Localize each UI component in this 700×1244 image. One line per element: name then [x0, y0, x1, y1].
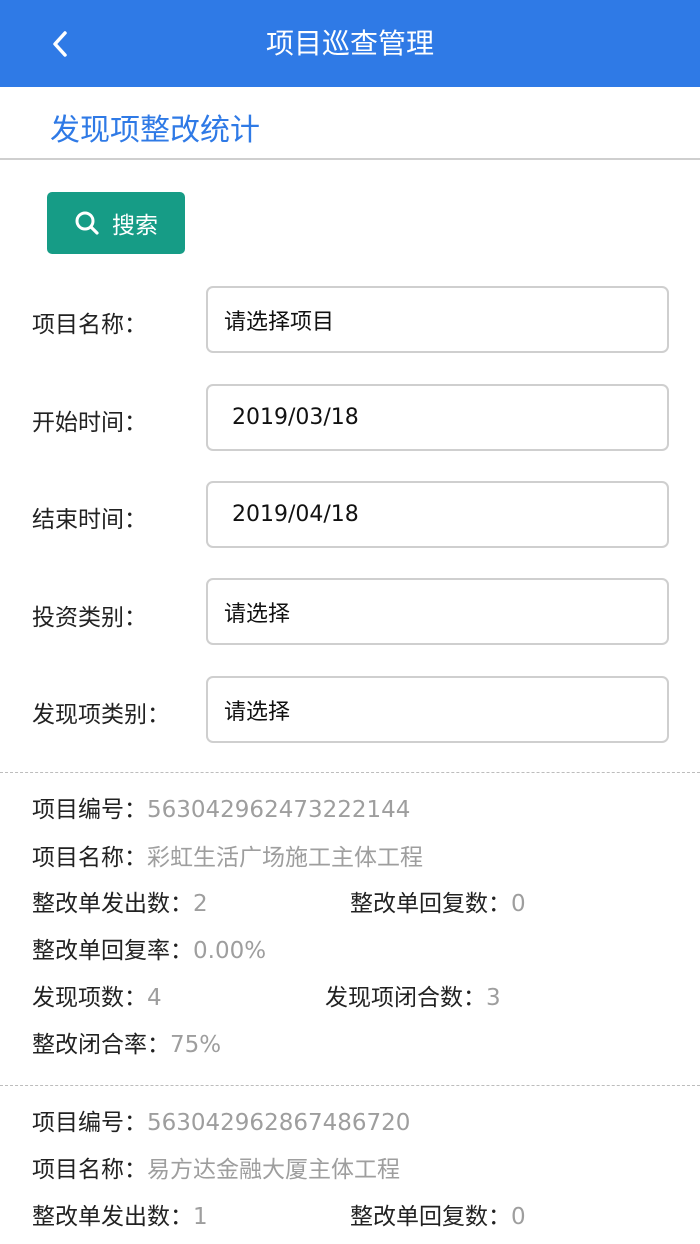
record-close-rate: 整改闭合率：75% [32, 1032, 222, 1058]
search-button[interactable]: 搜索 [47, 192, 185, 254]
section-header: 发现项整改统计 [0, 87, 700, 160]
record-project-no-value: 563042962867486720 [147, 1110, 411, 1136]
search-icon [75, 211, 99, 235]
record-project-name: 项目名称：彩虹生活广场施工主体工程 [32, 845, 423, 871]
record-project-name-value: 易方达金融大厦主体工程 [147, 1157, 400, 1183]
record-replied: 整改单回复数：0 [350, 891, 526, 917]
record-project-name-value: 彩虹生活广场施工主体工程 [147, 845, 423, 871]
search-button-label: 搜索 [112, 213, 158, 239]
finding-type-label: 发现项类别： [32, 702, 170, 728]
record-project-no: 项目编号：563042962867486720 [32, 1110, 411, 1136]
record-issued: 整改单发出数：1 [32, 1204, 208, 1230]
start-time-label: 开始时间： [32, 410, 147, 436]
record-closed-findings-value: 3 [486, 985, 501, 1011]
investment-type-select[interactable]: 请选择 [206, 578, 669, 645]
record-project-name: 项目名称：易方达金融大厦主体工程 [32, 1157, 400, 1183]
record-issued-value: 1 [193, 1204, 208, 1230]
record-findings: 发现项数：4 [32, 985, 162, 1011]
section-title: 发现项整改统计 [50, 113, 260, 148]
finding-type-select[interactable]: 请选择 [206, 676, 669, 743]
page-title: 项目巡查管理 [265, 27, 434, 60]
record-divider [0, 1085, 700, 1086]
record-close-rate-value: 75% [170, 1032, 222, 1058]
top-bar: 项目巡查管理 [0, 0, 700, 87]
record-project-no-value: 563042962473222144 [147, 797, 411, 823]
end-time-field[interactable]: 2019/04/18 [206, 481, 669, 548]
record-project-no: 项目编号：563042962473222144 [32, 797, 411, 823]
record-reply-rate: 整改单回复率：0.00% [32, 938, 267, 964]
record-replied: 整改单回复数：0 [350, 1204, 526, 1230]
record-findings-value: 4 [147, 985, 162, 1011]
record-replied-value: 0 [511, 1204, 526, 1230]
record-closed-findings: 发现项闭合数：3 [325, 985, 501, 1011]
project-name-select[interactable]: 请选择项目 [206, 286, 669, 353]
record-replied-value: 0 [511, 891, 526, 917]
project-name-label: 项目名称： [32, 312, 147, 338]
investment-type-label: 投资类别： [32, 605, 147, 631]
end-time-label: 结束时间： [32, 507, 147, 533]
record-issued: 整改单发出数：2 [32, 891, 208, 917]
record-reply-rate-value: 0.00% [193, 938, 267, 964]
record-divider [0, 772, 700, 773]
record-issued-value: 2 [193, 891, 208, 917]
start-time-field[interactable]: 2019/03/18 [206, 384, 669, 451]
